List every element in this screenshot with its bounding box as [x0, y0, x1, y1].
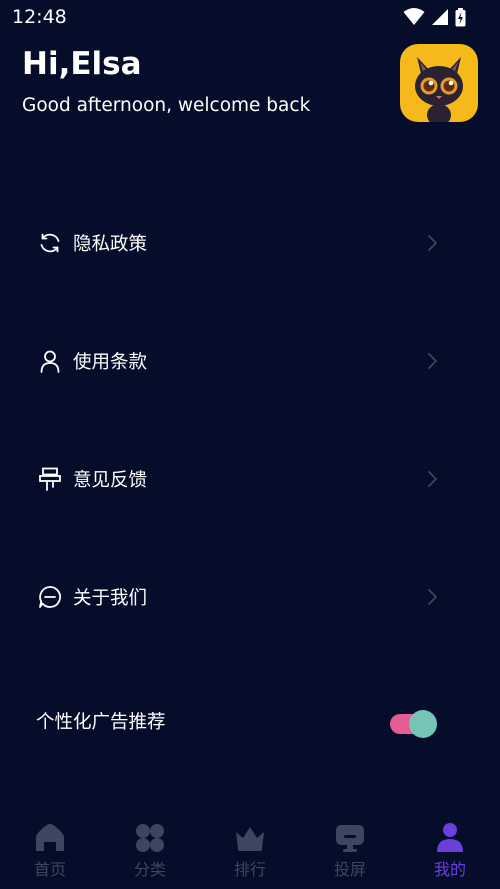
- ads-setting-row: 个性化广告推荐: [0, 690, 500, 750]
- menu-item-terms-of-use[interactable]: 使用条款: [0, 331, 500, 391]
- crown-icon: [236, 827, 264, 851]
- chevron-right-icon: [428, 353, 437, 369]
- tab-label: 首页: [33, 860, 66, 879]
- toggle-thumb: [409, 710, 437, 738]
- tab-label: 投屏: [333, 860, 366, 879]
- chevron-right-icon: [428, 589, 437, 605]
- menu-item-privacy-policy[interactable]: 隐私政策: [0, 213, 500, 273]
- tab-home[interactable]: 首页: [0, 812, 100, 889]
- feedback-icon: [39, 467, 61, 491]
- avatar[interactable]: [400, 44, 478, 122]
- cat-avatar-icon: [415, 57, 463, 122]
- chat-icon: [39, 586, 61, 608]
- page-title: Hi,Elsa: [22, 46, 142, 82]
- chevron-right-icon: [428, 471, 437, 487]
- page-subtitle: Good afternoon, welcome back: [22, 95, 311, 116]
- menu-item-label: 意见反馈: [73, 470, 148, 491]
- menu-item-feedback[interactable]: 意见反馈: [0, 449, 500, 509]
- profile-icon: [437, 823, 463, 852]
- tab-category[interactable]: 分类: [100, 812, 200, 889]
- tv-icon: [336, 825, 364, 852]
- status-time: 12:48: [12, 6, 67, 28]
- ads-setting-label: 个性化广告推荐: [36, 712, 166, 733]
- menu-item-label: 关于我们: [73, 588, 148, 609]
- wifi-icon: [403, 8, 425, 25]
- ads-toggle[interactable]: [388, 707, 438, 738]
- bottom-tab-bar: 首页 分类 排行 投屏 我的: [0, 812, 500, 889]
- menu-item-label: 使用条款: [73, 352, 148, 373]
- category-icon: [136, 824, 164, 852]
- status-bar: 12:48: [0, 0, 500, 34]
- tab-ranking[interactable]: 排行: [200, 812, 300, 889]
- tab-label: 排行: [233, 860, 266, 879]
- status-icons: [403, 7, 466, 27]
- chevron-right-icon: [428, 235, 437, 251]
- tab-cast[interactable]: 投屏: [300, 812, 400, 889]
- signal-icon: [432, 9, 448, 25]
- home-icon: [36, 824, 64, 851]
- tab-profile[interactable]: 我的: [400, 812, 500, 889]
- menu-item-label: 隐私政策: [73, 234, 148, 255]
- tab-label: 分类: [133, 860, 166, 879]
- user-icon: [40, 350, 60, 373]
- tab-label: 我的: [433, 860, 466, 879]
- refresh-icon: [40, 233, 60, 253]
- battery-icon: [455, 7, 466, 26]
- menu-item-about-us[interactable]: 关于我们: [0, 567, 500, 627]
